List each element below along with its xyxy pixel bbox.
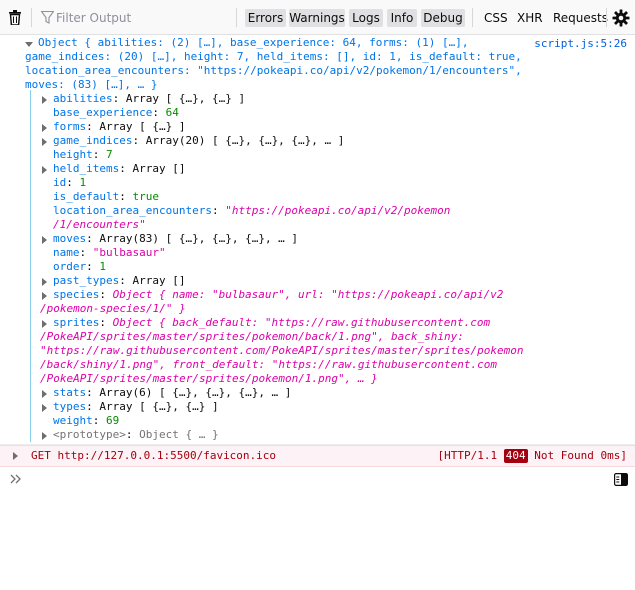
prop-prototype[interactable]: <prototype>: Object { … }	[53, 428, 219, 442]
expand-toggle-icon[interactable]	[13, 452, 18, 460]
prop-abilities[interactable]: abilities: Array [ {…}, {…} ]	[53, 92, 245, 106]
prop-stats[interactable]: stats: Array(6) [ {…}, {…}, {…}, … ]	[53, 386, 291, 400]
prop-species[interactable]: species: Object { name: "bulbasaur", url…	[53, 288, 503, 302]
expand-toggle-icon[interactable]	[25, 42, 33, 47]
status-code-badge: 404	[503, 449, 528, 463]
prop-sprites-cont: /back/shiny/1.png", front_default: "http…	[40, 358, 497, 371]
chevron-right-double-icon	[10, 474, 21, 484]
expand-toggle-icon[interactable]	[42, 124, 47, 132]
prop-forms[interactable]: forms: Array [ {…} ]	[53, 120, 185, 134]
object-summary-line: location_area_encounters: "https://pokea…	[25, 64, 522, 77]
filter-debug-button[interactable]: Debug	[421, 9, 465, 27]
console-toolbar: Errors Warnings Logs Info Debug CSS XHR …	[0, 0, 635, 35]
prop-sprites-cont: "https://raw.githubusercontent.com/PokeA…	[40, 344, 524, 357]
prop-id: id: 1	[53, 176, 87, 189]
console-output: script.js:5:26 Object { abilities: (2) […	[0, 35, 635, 467]
filter-info-button[interactable]: Info	[387, 9, 417, 27]
prop-location-area-encounters: location_area_encounters: "https://pokea…	[53, 204, 451, 217]
object-summary-line: moves: (83) […], … }	[25, 78, 158, 91]
gear-icon[interactable]	[612, 9, 630, 27]
console-input-row[interactable]	[0, 468, 635, 490]
prop-held-items[interactable]: held_items: Array []	[53, 162, 185, 176]
expand-toggle-icon[interactable]	[42, 166, 47, 174]
expand-toggle-icon[interactable]	[42, 236, 47, 244]
expand-toggle-icon[interactable]	[42, 138, 47, 146]
network-request-line[interactable]: GET http://127.0.0.1:5500/favicon.ico	[31, 449, 276, 463]
filter-warnings-button[interactable]: Warnings	[289, 9, 345, 27]
tree-guide-line	[30, 90, 31, 442]
split-editor-icon[interactable]	[614, 473, 628, 486]
prop-weight: weight: 69	[53, 414, 120, 427]
network-status: [HTTP/1.1 404 Not Found 0ms]	[437, 449, 627, 463]
prop-types[interactable]: types: Array [ {…}, {…} ]	[53, 400, 219, 414]
console-log-message: script.js:5:26 Object { abilities: (2) […	[0, 35, 635, 445]
expand-toggle-icon[interactable]	[42, 404, 47, 412]
filter-css-button[interactable]: CSS	[484, 9, 508, 27]
filter-errors-button[interactable]: Errors	[245, 9, 286, 27]
expand-toggle-icon[interactable]	[42, 292, 47, 300]
source-location-link[interactable]: script.js:5:26	[534, 37, 627, 51]
filter-icon	[41, 11, 54, 24]
prop-sprites-cont: /PokeAPI/sprites/master/sprites/pokemon/…	[40, 372, 378, 385]
toolbar-divider	[606, 8, 607, 27]
toolbar-divider	[236, 8, 237, 27]
prop-base-experience: base_experience: 64	[53, 106, 179, 119]
expand-toggle-icon[interactable]	[42, 96, 47, 104]
expand-toggle-icon[interactable]	[42, 432, 47, 440]
prop-sprites-cont: /PokeAPI/sprites/master/sprites/pokemon/…	[40, 330, 464, 343]
object-summary-line[interactable]: Object { abilities: (2) […], base_experi…	[38, 36, 468, 50]
expand-toggle-icon[interactable]	[42, 390, 47, 398]
trash-icon[interactable]	[8, 10, 22, 25]
prop-name: name: "bulbasaur"	[53, 246, 166, 259]
network-error-message[interactable]: GET http://127.0.0.1:5500/favicon.ico [H…	[0, 445, 635, 467]
prop-species-cont: /pokemon-species/1/" }	[40, 302, 186, 315]
expand-toggle-icon[interactable]	[42, 320, 47, 328]
prop-location-area-encounters-cont: /1/encounters"	[53, 218, 146, 231]
prop-moves[interactable]: moves: Array(83) [ {…}, {…}, {…}, … ]	[53, 232, 298, 246]
prop-game-indices[interactable]: game_indices: Array(20) [ {…}, {…}, {…},…	[53, 134, 344, 148]
filter-requests-button[interactable]: Requests	[553, 9, 608, 27]
object-summary-line: game_indices: (20) […], height: 7, held_…	[25, 50, 522, 63]
filter-xhr-button[interactable]: XHR	[517, 9, 543, 27]
prop-is-default: is_default: true	[53, 190, 159, 203]
expand-toggle-icon[interactable]	[42, 278, 47, 286]
filter-output-input[interactable]	[56, 9, 226, 27]
filter-logs-button[interactable]: Logs	[349, 9, 383, 27]
prop-order: order: 1	[53, 260, 106, 273]
toolbar-divider	[31, 8, 32, 27]
toolbar-divider	[472, 8, 473, 27]
prop-sprites[interactable]: sprites: Object { back_default: "https:/…	[53, 316, 490, 330]
prop-height: height: 7	[53, 148, 113, 161]
prop-past-types[interactable]: past_types: Array []	[53, 274, 185, 288]
